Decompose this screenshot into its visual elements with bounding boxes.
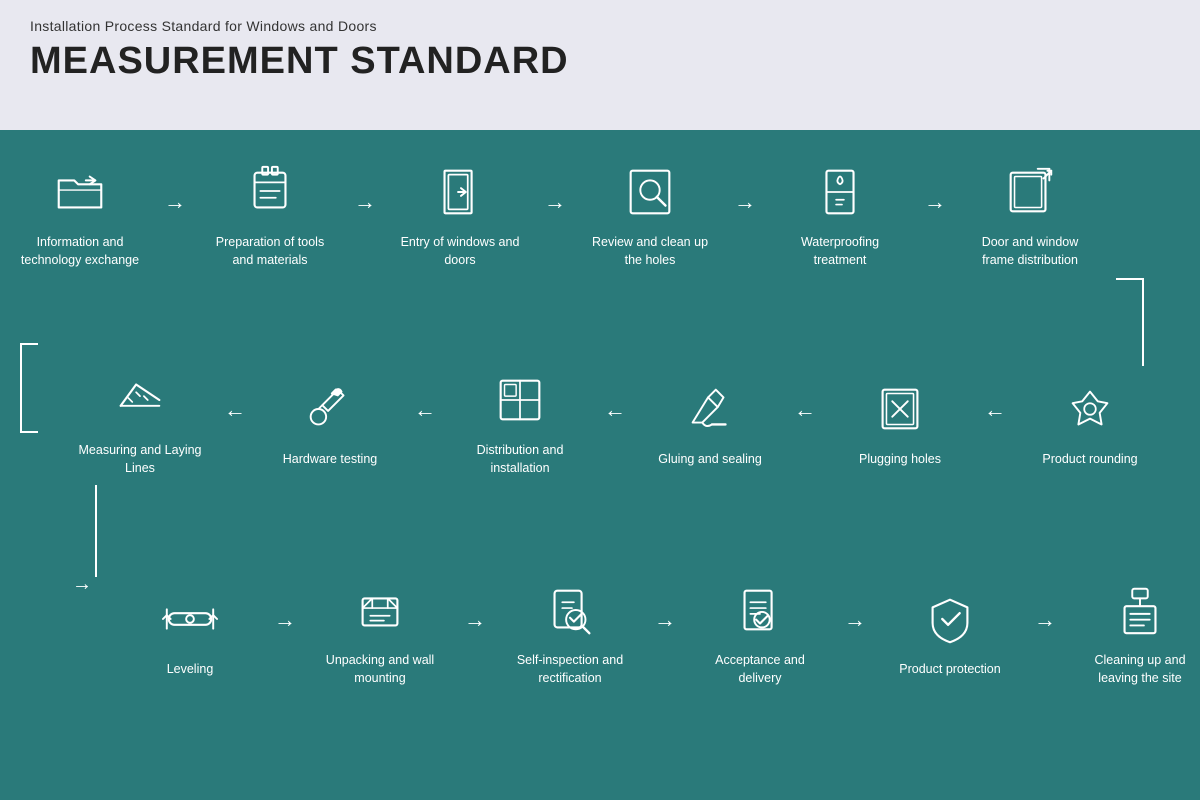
step-cleanup-label: Cleaning up and leaving the site: [1075, 652, 1200, 687]
protection-icon: [918, 587, 982, 651]
connector-right-vert: [1142, 278, 1144, 366]
step-leveling: Leveling: [110, 587, 270, 679]
step-cleanup: Cleaning up and leaving the site: [1060, 578, 1200, 687]
step-info-exchange: Information and technology exchange: [0, 160, 160, 269]
arrow-1-2: →: [160, 189, 190, 215]
step-tools-prep: Preparation of tools and materials: [190, 160, 350, 269]
step-plugging: Plugging holes: [820, 377, 980, 469]
step-review-holes: Review and clean up the holes: [570, 160, 730, 269]
inspect-icon: [538, 578, 602, 642]
folder-icon: [48, 160, 112, 224]
step-rounding: Product rounding: [1010, 377, 1170, 469]
header-title: MEASUREMENT STANDARD: [30, 40, 1170, 83]
gluing-icon: [678, 377, 742, 441]
frame-export-icon: [998, 160, 1062, 224]
step-gluing-label: Gluing and sealing: [658, 451, 762, 469]
step-frame-dist-label: Door and window frame distribution: [965, 234, 1095, 269]
measure-icon: [108, 368, 172, 432]
waterproof-icon: [808, 160, 872, 224]
connector-left-vert: [95, 485, 97, 577]
acceptance-icon: [728, 578, 792, 642]
arrow-15-16: →: [650, 607, 680, 633]
step-waterproofing-label: Waterproofing treatment: [775, 234, 905, 269]
row3-start-arrow: →: [72, 573, 92, 596]
step-distribution-label: Distribution and installation: [455, 442, 585, 477]
step-info-exchange-label: Information and technology exchange: [15, 234, 145, 269]
arrow-12-11: ←: [980, 397, 1010, 423]
step-entry-windows-label: Entry of windows and doors: [395, 234, 525, 269]
step-plugging-label: Plugging holes: [859, 451, 941, 469]
step-unpacking: Unpacking and wall mounting: [300, 578, 460, 687]
tools-icon: [238, 160, 302, 224]
unpacking-icon: [348, 578, 412, 642]
step-acceptance: Acceptance and delivery: [680, 578, 840, 687]
cleanup-icon: [1108, 578, 1172, 642]
arrow-8-7: ←: [220, 397, 250, 423]
arrow-4-5: →: [730, 189, 760, 215]
header: Installation Process Standard for Window…: [0, 0, 1200, 130]
arrow-9-8: ←: [410, 397, 440, 423]
arrow-13-14: →: [270, 607, 300, 633]
search-hole-icon: [618, 160, 682, 224]
distribution-icon: [488, 368, 552, 432]
step-entry-windows: Entry of windows and doors: [380, 160, 540, 269]
step-measuring: Measuring and Laying Lines: [60, 368, 220, 477]
header-subtitle: Installation Process Standard for Window…: [30, 18, 1170, 34]
step-rounding-label: Product rounding: [1042, 451, 1137, 469]
process-row-2: Measuring and Laying Lines ← Hardware te…: [30, 368, 1170, 477]
step-protection-label: Product protection: [899, 661, 1000, 679]
arrow-2-3: →: [350, 189, 380, 215]
process-row-3: Leveling → Unpacking and wall mounting →: [110, 578, 1170, 687]
step-tools-prep-label: Preparation of tools and materials: [205, 234, 335, 269]
plugging-icon: [868, 377, 932, 441]
connector-right-horiz: [1116, 278, 1144, 280]
step-gluing: Gluing and sealing: [630, 377, 790, 469]
step-hardware-label: Hardware testing: [283, 451, 378, 469]
arrow-10-9: ←: [600, 397, 630, 423]
step-protection: Product protection: [870, 587, 1030, 679]
step-measuring-label: Measuring and Laying Lines: [75, 442, 205, 477]
arrow-16-17: →: [840, 607, 870, 633]
step-self-inspect: Self-inspection and rectification: [490, 578, 650, 687]
door-enter-icon: [428, 160, 492, 224]
left-bracket: [20, 343, 38, 433]
step-acceptance-label: Acceptance and delivery: [695, 652, 825, 687]
step-self-inspect-label: Self-inspection and rectification: [505, 652, 635, 687]
process-row-1: Information and technology exchange → Pr…: [0, 160, 1200, 269]
hardware-icon: [298, 377, 362, 441]
leveling-icon: [158, 587, 222, 651]
step-distribution: Distribution and installation: [440, 368, 600, 477]
step-unpacking-label: Unpacking and wall mounting: [315, 652, 445, 687]
step-hardware: Hardware testing: [250, 377, 410, 469]
arrow-11-10: ←: [790, 397, 820, 423]
step-leveling-label: Leveling: [167, 661, 214, 679]
step-waterproofing: Waterproofing treatment: [760, 160, 920, 269]
arrow-17-18: →: [1030, 607, 1060, 633]
arrow-5-6: →: [920, 189, 950, 215]
step-frame-dist: Door and window frame distribution: [950, 160, 1110, 269]
main-content: Information and technology exchange → Pr…: [0, 130, 1200, 800]
rounding-icon: [1058, 377, 1122, 441]
arrow-14-15: →: [460, 607, 490, 633]
step-review-holes-label: Review and clean up the holes: [585, 234, 715, 269]
arrow-3-4: →: [540, 189, 570, 215]
